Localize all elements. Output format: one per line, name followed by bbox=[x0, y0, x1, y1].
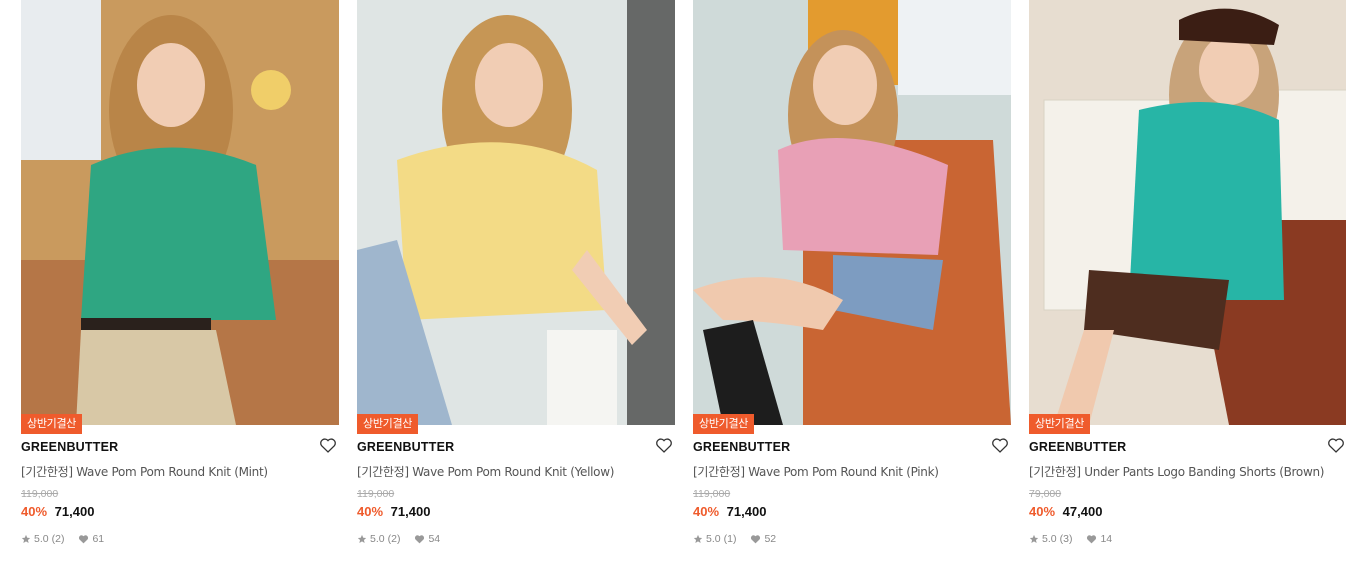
discount-rate: 40% bbox=[693, 504, 720, 519]
sale-price: 71,400 bbox=[390, 504, 431, 519]
like-count: 54 bbox=[428, 533, 441, 545]
product-card[interactable]: 상반기결산 GREENBUTTER [기간한정] Under Pants Log… bbox=[1029, 0, 1346, 571]
product-name[interactable]: [기간한정] Wave Pom Pom Round Knit (Pink) bbox=[693, 463, 939, 480]
rating-value: 5.0 bbox=[1042, 533, 1057, 545]
discount-rate: 40% bbox=[357, 504, 384, 519]
price-row: 40% 71,400 bbox=[357, 504, 430, 519]
price-row: 40% 47,400 bbox=[1029, 504, 1102, 519]
product-photo-illustration bbox=[357, 0, 675, 425]
rating-value: 5.0 bbox=[706, 533, 721, 545]
wishlist-heart-icon[interactable] bbox=[655, 437, 675, 455]
wishlist-heart-icon[interactable] bbox=[1327, 437, 1346, 455]
promo-badge: 상반기결산 bbox=[21, 414, 83, 434]
original-price: 79,000 bbox=[1029, 488, 1062, 500]
discount-rate: 40% bbox=[1029, 504, 1056, 519]
product-image[interactable] bbox=[357, 0, 675, 425]
product-meta: 5.0 (2) 61 bbox=[21, 533, 104, 545]
product-card[interactable]: 상반기결산 GREENBUTTER [기간한정] Wave Pom Pom Ro… bbox=[693, 0, 1011, 571]
like-heart-icon bbox=[79, 535, 89, 544]
product-name[interactable]: [기간한정] Wave Pom Pom Round Knit (Yellow) bbox=[357, 463, 614, 480]
sale-price: 47,400 bbox=[1062, 504, 1103, 519]
original-price: 119,000 bbox=[21, 488, 59, 500]
rating-value: 5.0 bbox=[370, 533, 385, 545]
wishlist-heart-icon[interactable] bbox=[991, 437, 1011, 455]
price-row: 40% 71,400 bbox=[21, 504, 94, 519]
like-heart-icon bbox=[1087, 535, 1097, 544]
review-count: (1) bbox=[723, 533, 737, 545]
wishlist-heart-icon[interactable] bbox=[319, 437, 339, 455]
product-card[interactable]: 상반기결산 GREENBUTTER [기간한정] Wave Pom Pom Ro… bbox=[357, 0, 675, 571]
product-image[interactable] bbox=[1029, 0, 1346, 425]
promo-badge: 상반기결산 bbox=[693, 414, 755, 434]
price-row: 40% 71,400 bbox=[693, 504, 766, 519]
brand-name[interactable]: GREENBUTTER bbox=[21, 440, 118, 454]
product-image[interactable] bbox=[693, 0, 1011, 425]
product-photo-illustration bbox=[693, 0, 1011, 425]
star-icon bbox=[693, 534, 703, 543]
brand-name[interactable]: GREENBUTTER bbox=[693, 440, 790, 454]
original-price: 119,000 bbox=[357, 488, 395, 500]
like-heart-icon bbox=[415, 535, 425, 544]
sale-price: 71,400 bbox=[726, 504, 767, 519]
product-meta: 5.0 (2) 54 bbox=[357, 533, 440, 545]
like-count: 61 bbox=[92, 533, 105, 545]
promo-badge: 상반기결산 bbox=[1029, 414, 1091, 434]
product-photo-illustration bbox=[21, 0, 339, 425]
like-count: 52 bbox=[764, 533, 777, 545]
star-icon bbox=[1029, 534, 1039, 543]
review-count: (3) bbox=[1059, 533, 1073, 545]
product-meta: 5.0 (3) 14 bbox=[1029, 533, 1112, 545]
brand-name[interactable]: GREENBUTTER bbox=[1029, 440, 1126, 454]
review-count: (2) bbox=[387, 533, 401, 545]
product-meta: 5.0 (1) 52 bbox=[693, 533, 776, 545]
product-card[interactable]: 상반기결산 GREENBUTTER [기간한정] Wave Pom Pom Ro… bbox=[21, 0, 339, 571]
product-image[interactable] bbox=[21, 0, 339, 425]
like-heart-icon bbox=[751, 535, 761, 544]
star-icon bbox=[357, 534, 367, 543]
like-count: 14 bbox=[1100, 533, 1113, 545]
product-name[interactable]: [기간한정] Under Pants Logo Banding Shorts (… bbox=[1029, 463, 1324, 480]
product-photo-illustration bbox=[1029, 0, 1346, 425]
product-name[interactable]: [기간한정] Wave Pom Pom Round Knit (Mint) bbox=[21, 463, 268, 480]
discount-rate: 40% bbox=[21, 504, 48, 519]
promo-badge: 상반기결산 bbox=[357, 414, 419, 434]
brand-name[interactable]: GREENBUTTER bbox=[357, 440, 454, 454]
rating-value: 5.0 bbox=[34, 533, 49, 545]
star-icon bbox=[21, 534, 31, 543]
sale-price: 71,400 bbox=[54, 504, 95, 519]
review-count: (2) bbox=[51, 533, 65, 545]
original-price: 119,000 bbox=[693, 488, 731, 500]
product-grid: 상반기결산 GREENBUTTER [기간한정] Wave Pom Pom Ro… bbox=[0, 0, 1346, 571]
